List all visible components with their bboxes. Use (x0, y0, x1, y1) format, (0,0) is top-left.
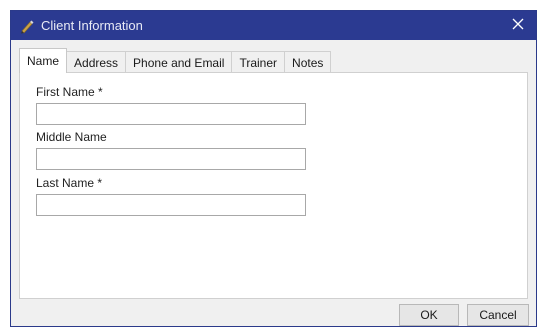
tab-phone-and-email[interactable]: Phone and Email (125, 51, 233, 73)
name-tab-panel: First Name * Middle Name Last Name * (19, 72, 528, 299)
middle-name-field[interactable] (36, 148, 306, 170)
ok-button[interactable]: OK (399, 304, 459, 326)
first-name-label: First Name * (36, 85, 103, 99)
tab-label: Name (27, 54, 60, 68)
pen-icon (19, 18, 35, 34)
last-name-field[interactable] (36, 194, 306, 216)
last-name-label: Last Name * (36, 176, 103, 190)
client-information-dialog: Client Information Name Address Phone an… (10, 10, 537, 327)
tab-label: Trainer (239, 55, 278, 70)
tab-label: Address (74, 55, 119, 70)
title-bar[interactable]: Client Information (11, 11, 536, 40)
tab-label: Phone and Email (133, 55, 225, 70)
first-name-field[interactable] (36, 103, 306, 125)
tab-trainer[interactable]: Trainer (231, 51, 286, 73)
middle-name-label: Middle Name (36, 130, 107, 144)
tab-name[interactable]: Name (19, 48, 68, 73)
cancel-button[interactable]: Cancel (467, 304, 529, 326)
close-icon (512, 18, 524, 33)
window-title: Client Information (41, 18, 143, 33)
close-button[interactable] (500, 11, 536, 40)
tab-label: Notes (292, 55, 324, 70)
tab-notes[interactable]: Notes (284, 51, 332, 73)
tab-address[interactable]: Address (66, 51, 127, 73)
tab-strip: Name Address Phone and Email Trainer Not… (19, 48, 332, 73)
